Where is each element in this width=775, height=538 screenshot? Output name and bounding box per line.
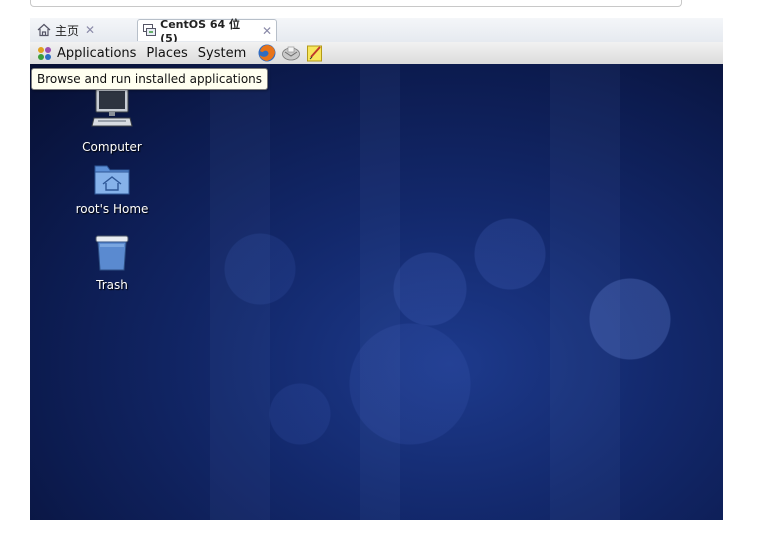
wallpaper-streak	[210, 64, 270, 520]
applications-label: Applications	[57, 45, 137, 61]
desktop-icon-label: Trash	[96, 278, 128, 292]
system-label: System	[197, 45, 247, 61]
wallpaper-streak	[360, 64, 400, 520]
mail-icon[interactable]	[281, 43, 301, 63]
desktop-icon-label: Computer	[82, 140, 142, 154]
tab-home[interactable]: 主页 ✕	[32, 19, 134, 41]
notes-icon[interactable]	[305, 43, 325, 63]
tab-vm-label: CentOS 64 位 (5)	[160, 18, 240, 45]
desktop[interactable]: Computer root's Home Trash	[30, 64, 723, 520]
places-label: Places	[146, 45, 188, 61]
close-icon[interactable]: ✕	[262, 24, 272, 38]
desktop-icon-home[interactable]: root's Home	[57, 162, 167, 216]
firefox-icon[interactable]	[257, 43, 277, 63]
trash-icon	[91, 234, 133, 275]
gnome-foot-icon	[36, 45, 53, 62]
wallpaper-streak	[550, 64, 620, 520]
desktop-icon-computer[interactable]: Computer	[57, 87, 167, 154]
gnome-top-panel: Applications Places System	[30, 42, 723, 65]
system-menu[interactable]: System	[193, 42, 251, 64]
home-folder-icon	[91, 162, 133, 199]
tab-home-label: 主页	[55, 23, 80, 38]
applications-menu[interactable]: Applications	[30, 42, 141, 64]
desktop-icon-trash[interactable]: Trash	[57, 234, 167, 292]
places-menu[interactable]: Places	[141, 42, 192, 64]
browser-frame-edge	[30, 0, 682, 7]
tab-centos-vm[interactable]: CentOS 64 位 (5) ✕	[137, 18, 277, 45]
close-icon[interactable]: ✕	[85, 23, 95, 37]
desktop-icon-label: root's Home	[75, 202, 149, 216]
vm-icon	[142, 23, 157, 39]
tab-bar: 主页 ✕ CentOS 64 位 (5) ✕	[30, 18, 723, 45]
computer-icon	[90, 87, 134, 137]
applications-tooltip: Browse and run installed applications	[31, 68, 269, 90]
home-icon	[36, 22, 52, 38]
